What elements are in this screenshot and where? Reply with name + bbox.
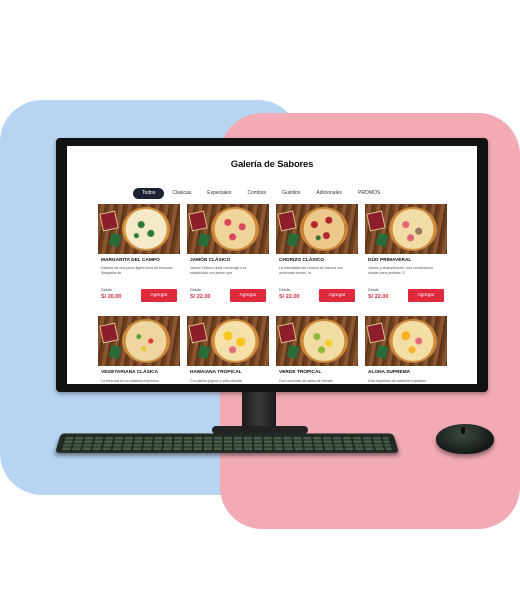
- tab-combos[interactable]: Combos: [239, 188, 274, 199]
- product-description: Jamón y champiñones, una combinación sim…: [368, 266, 434, 275]
- product-price: S/ 22.00: [190, 294, 211, 300]
- product-name: MARGARITA DEL CAMPO: [101, 258, 160, 263]
- product-description: Con una base de salsa de tomate: [279, 379, 333, 383]
- tab-gustitos[interactable]: Gustitos: [274, 188, 308, 199]
- product-price: S/ 20.00: [101, 294, 122, 300]
- product-name: HAWAIANA TROPICAL: [190, 370, 242, 375]
- tab-especiales[interactable]: Especiales: [199, 188, 239, 199]
- product-description: Jamón Clásico rinde homenaje a la simpli…: [190, 266, 247, 275]
- product-price: S/ 22.00: [279, 294, 300, 300]
- price-from-label: Desde: [279, 288, 290, 292]
- product-image: [98, 204, 180, 254]
- keyboard: [55, 433, 399, 453]
- product-name: VEGETARIANA CLÁSICA: [101, 370, 159, 375]
- page-title: Galería de Sabores: [230, 159, 314, 170]
- product-image: [98, 316, 180, 366]
- tab-adicionales[interactable]: Adicionales: [308, 188, 350, 199]
- product-card[interactable]: ALOHA SUPREMA Una explosión de sabores t…: [365, 316, 447, 384]
- product-image: [365, 316, 447, 366]
- price-from-label: Desde: [190, 288, 201, 292]
- product-card[interactable]: JAMÓN CLÁSICO Jamón Clásico rinde homena…: [187, 204, 269, 307]
- product-name: ALOHA SUPREMA: [368, 370, 411, 375]
- product-grid: MARGARITA DEL CAMPO Disfruta de una pizz…: [98, 204, 448, 384]
- product-card[interactable]: HAWAIANA TROPICAL Con jamón jugoso y piñ…: [187, 316, 269, 384]
- monitor-stand: [242, 392, 276, 430]
- product-name: CHORIZO CLÁSICO: [279, 258, 325, 263]
- product-image: [187, 204, 269, 254]
- product-image: [187, 316, 269, 366]
- product-name: DÚO PRIMAVERAL: [368, 258, 412, 263]
- product-card[interactable]: VEGETARIANA CLÁSICA La frescura en su má…: [98, 316, 180, 384]
- product-price: S/ 22.00: [368, 294, 389, 300]
- add-to-cart-button[interactable]: Agregar: [319, 289, 355, 302]
- product-description: Disfruta de una pizza ligera llena de fr…: [101, 266, 174, 275]
- mouse: [436, 424, 494, 454]
- monitor-screen: Galería de Sabores Todos Clasicas Especi…: [67, 146, 477, 384]
- price-from-label: Desde: [368, 288, 379, 292]
- product-card[interactable]: VERDE TROPICAL Con una base de salsa de …: [276, 316, 358, 384]
- product-card[interactable]: CHORIZO CLÁSICO La intensidad del choriz…: [276, 204, 358, 307]
- product-description: La intensidad del chorizo se fusiona con…: [279, 266, 343, 275]
- product-description: Una explosión de sabores tropicales: [368, 379, 426, 383]
- product-name: VERDE TROPICAL: [279, 370, 322, 375]
- add-to-cart-button[interactable]: Agregar: [230, 289, 266, 302]
- tab-promos[interactable]: PROMOS: [350, 188, 388, 199]
- price-from-label: Desde: [101, 288, 112, 292]
- tab-todos[interactable]: Todos: [133, 187, 165, 199]
- product-card[interactable]: DÚO PRIMAVERAL Jamón y champiñones, una …: [365, 204, 447, 307]
- product-card[interactable]: MARGARITA DEL CAMPO Disfruta de una pizz…: [98, 204, 180, 307]
- add-to-cart-button[interactable]: Agregar: [408, 289, 444, 302]
- tab-clasicas[interactable]: Clasicas: [164, 188, 199, 199]
- product-description: Con jamón jugoso y piña dorada: [190, 379, 242, 383]
- product-description: La frescura en su máxima expresión: [101, 379, 159, 383]
- mouse-wheel: [461, 427, 465, 434]
- product-name: JAMÓN CLÁSICO: [190, 258, 231, 263]
- product-image: [365, 204, 447, 254]
- product-image: [276, 316, 358, 366]
- add-to-cart-button[interactable]: Agregar: [141, 289, 177, 302]
- category-tabs: Todos Clasicas Especiales Combos Gustito…: [133, 187, 388, 199]
- product-image: [276, 204, 358, 254]
